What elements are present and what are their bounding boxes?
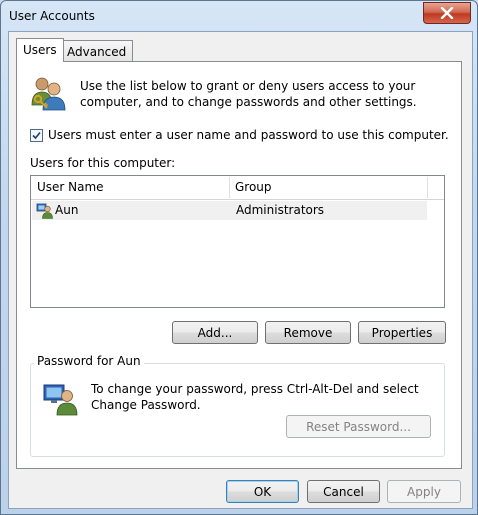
add-user-button[interactable]: Add... <box>172 321 258 344</box>
user-account-icon <box>36 203 53 219</box>
intro-text: Use the list below to grant or deny user… <box>80 79 417 109</box>
remove-user-button[interactable]: Remove <box>265 321 351 344</box>
window-title: User Accounts <box>9 9 95 23</box>
column-group-label: Group <box>235 180 272 194</box>
tab-users[interactable]: Users <box>16 38 64 62</box>
apply-button[interactable]: Apply <box>387 480 461 503</box>
column-header-user-name[interactable]: User Name <box>31 176 229 199</box>
checkmark-icon <box>32 131 41 139</box>
reset-password-button[interactable]: Reset Password... <box>286 415 431 438</box>
password-group-title: Password for Aun <box>34 354 144 368</box>
users-listview[interactable]: User Name Group Aun Administrators <box>30 175 445 308</box>
require-login-checkbox[interactable] <box>30 128 43 142</box>
password-user-icon <box>43 384 78 416</box>
table-row[interactable]: Aun Administrators <box>32 201 427 220</box>
cancel-button[interactable]: Cancel <box>307 480 380 503</box>
close-button[interactable] <box>423 2 471 24</box>
tab-users-label: Users <box>23 43 57 57</box>
password-instructions: To change your password, press Ctrl-Alt-… <box>91 382 419 412</box>
tab-advanced-label: Advanced <box>67 45 127 59</box>
users-icon <box>31 77 66 111</box>
require-login-row[interactable]: Users must enter a user name and passwor… <box>30 128 449 142</box>
require-login-label: Users must enter a user name and passwor… <box>48 128 449 142</box>
users-list-label: Users for this computer: <box>30 156 176 170</box>
ok-button[interactable]: OK <box>226 480 299 503</box>
tab-advanced[interactable]: Advanced <box>60 40 134 61</box>
listview-header: User Name Group <box>31 176 444 200</box>
column-user-name-label: User Name <box>37 180 104 194</box>
row-user-name: Aun <box>55 203 79 217</box>
column-header-group[interactable]: Group <box>229 176 427 199</box>
close-x-icon <box>440 7 454 19</box>
properties-button[interactable]: Properties <box>358 321 446 344</box>
column-divider[interactable] <box>427 177 428 198</box>
row-group: Administrators <box>236 203 325 217</box>
